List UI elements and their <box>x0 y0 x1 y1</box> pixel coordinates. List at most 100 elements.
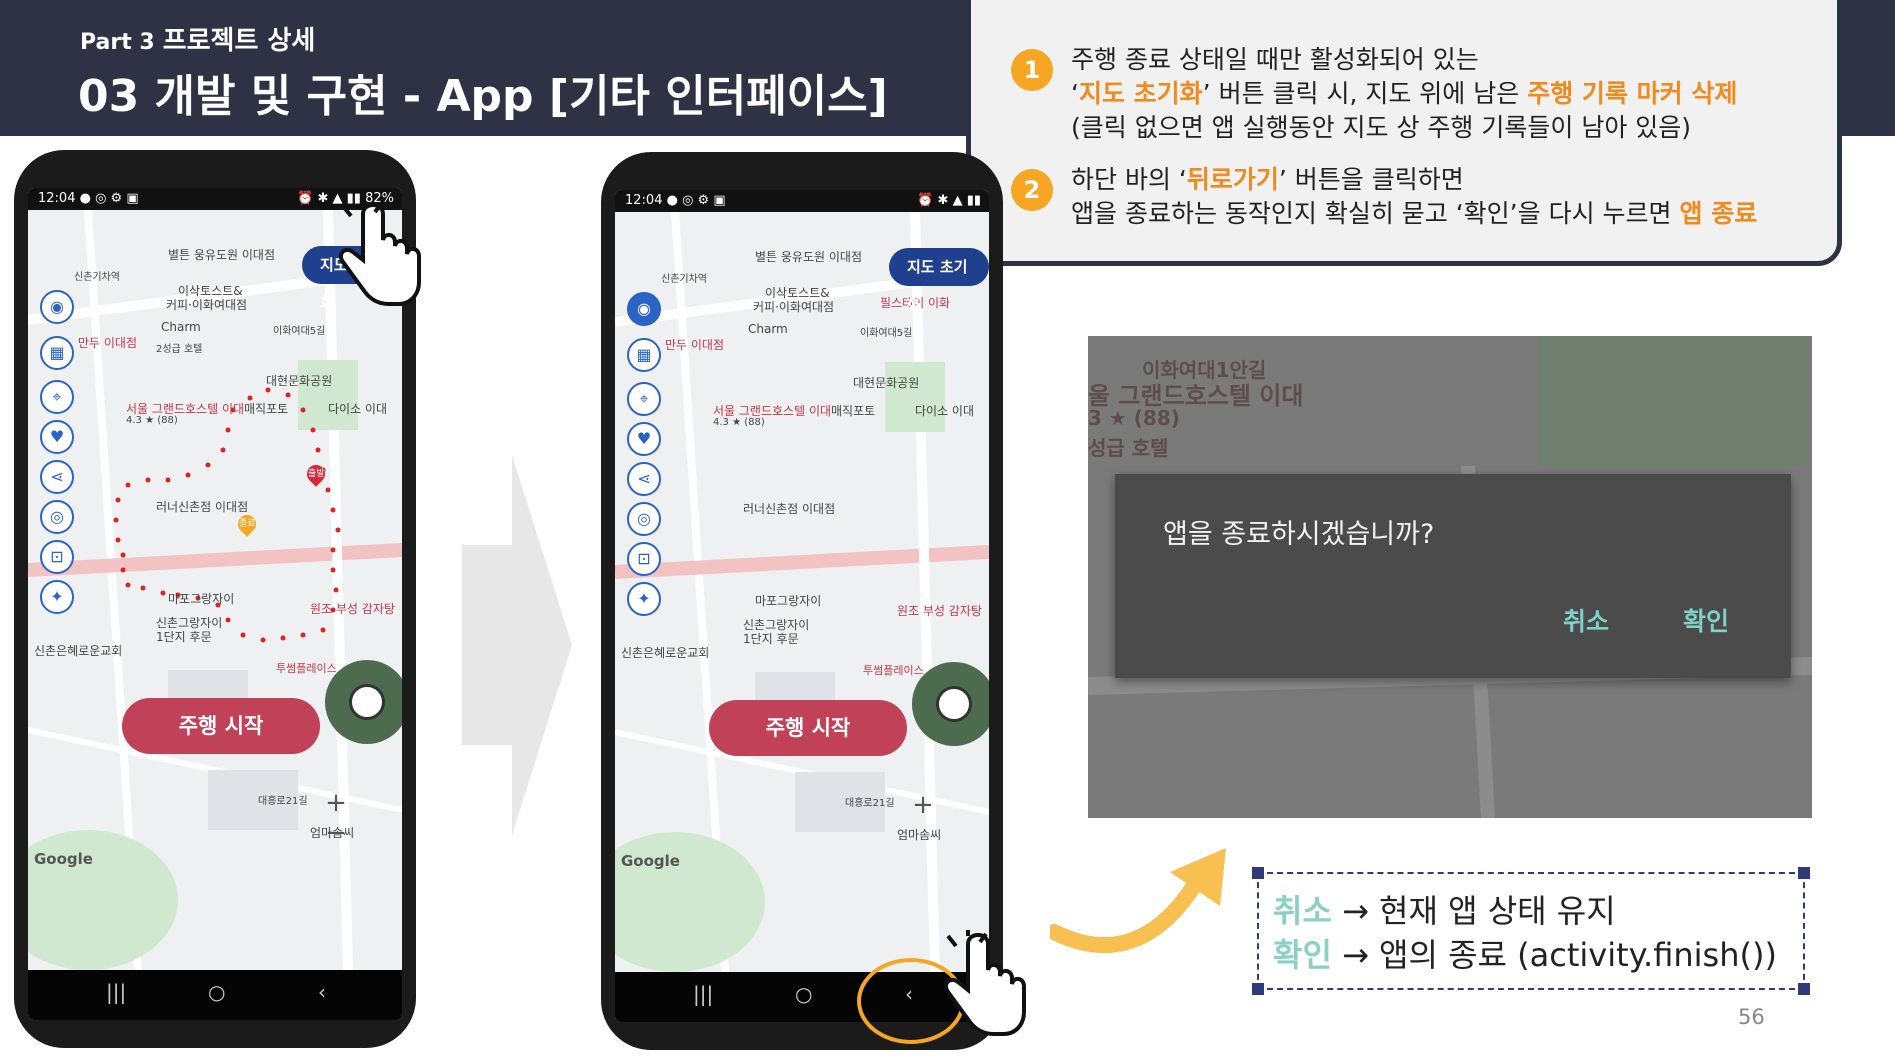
map-label: 만두 이대점 <box>665 338 725 352</box>
info-item-1-line1: 주행 종료 상태일 때만 활성화되어 있는 <box>1071 45 1479 74</box>
heart-icon[interactable]: ♥ <box>627 422 661 456</box>
curved-arrow-icon <box>1050 848 1226 954</box>
lock-icon[interactable]: ⊡ <box>627 542 661 576</box>
map-view[interactable]: 별튼 웅유도원 이대점 신촌기차역 이삭토스트& 커피·이화여대점 Charm … <box>28 210 402 970</box>
dialog-question: 앱을 종료하시겠습니까? <box>1163 519 1435 550</box>
corner-handle <box>1252 983 1264 995</box>
joystick-knob[interactable] <box>349 684 385 720</box>
info-item-2: 2 하단 바의 ‘뒤로가기’ 버튼을 클릭하면 앱을 종료하는 동작인지 확실히… <box>1011 163 1811 231</box>
slide-title: 03 개발 및 구현 - App [기타 인터페이스] <box>78 71 888 122</box>
dialog-cancel-button[interactable]: 취소 <box>1563 602 1609 638</box>
map-label: Charm <box>748 322 788 336</box>
zoom-in-button[interactable]: + <box>908 790 938 820</box>
google-logo: Google <box>34 850 93 868</box>
corner-handle <box>1798 983 1810 995</box>
part-title: 프로젝트 상세 <box>162 26 316 56</box>
pin-icon[interactable]: ⌖ <box>627 382 661 416</box>
highlight-app-exit: 앱 종료 <box>1679 199 1758 228</box>
next-step-arrow-icon <box>462 455 572 835</box>
map-label: 투썸플레이스 <box>863 664 924 677</box>
legend-confirm-key: 확인 <box>1273 936 1332 974</box>
dialog-confirm-button[interactable]: 확인 <box>1683 602 1729 638</box>
zoom-in-button[interactable]: + <box>321 788 351 818</box>
status-time: 12:04 <box>625 193 663 208</box>
map-label: 커피·이화여대점 <box>166 298 248 312</box>
map-label: 만두 이대점 <box>78 336 138 350</box>
map-icon[interactable]: ▦ <box>627 338 661 372</box>
location-icon[interactable]: ◉ <box>40 290 74 324</box>
map-label: 대흥로21길 <box>845 798 895 809</box>
map-label: 다이소 이대 <box>328 402 388 416</box>
map-reset-button[interactable]: 지도 초기화 <box>889 248 989 314</box>
corner-handle <box>1252 867 1264 879</box>
map-view[interactable]: 별튼 웅유도원 이대점 신촌기차역 이삭토스트& 커피·이화여대점 Charm … <box>615 212 989 972</box>
map-label: 2성급 호텔 <box>156 344 203 355</box>
legend-cancel-key: 취소 <box>1273 892 1332 930</box>
tap-hand-icon <box>943 930 1026 1036</box>
part-label: Part 3 프로젝트 상세 <box>80 20 315 57</box>
map-label: 투썸플레이스 <box>276 662 337 675</box>
eye-icon[interactable]: ◎ <box>627 502 661 536</box>
joystick-knob[interactable] <box>936 686 972 722</box>
info-item-2-line1-post: ’ 버튼을 클릭하면 <box>1278 165 1464 194</box>
walk-icon[interactable]: ✦ <box>627 582 661 616</box>
eye-icon[interactable]: ◎ <box>40 500 74 534</box>
info-item-1-line2-mid: ’ 버튼 클릭 시, 지도 위에 남은 <box>1202 79 1528 108</box>
location-icon[interactable]: ◉ <box>627 292 661 326</box>
walk-icon[interactable]: ✦ <box>40 580 74 614</box>
legend-confirm-text: → 앱의 종료 (activity.finish()) <box>1331 936 1777 974</box>
joystick[interactable] <box>325 660 402 744</box>
number-badge-2: 2 <box>1011 169 1053 211</box>
map-label: 신촌은혜로운교회 <box>621 646 710 660</box>
google-logo: Google <box>621 852 680 870</box>
map-icon[interactable]: ▦ <box>40 336 74 370</box>
start-marker-label: 출발 <box>308 469 325 479</box>
map-label: 대현문화공원 <box>266 374 333 388</box>
status-icons: ⏰ ✱ ▲ ▮▮ <box>917 193 981 208</box>
map-label: 매직포토 <box>244 402 289 416</box>
map-label: 4.3 ★ (88) <box>713 417 765 428</box>
map-label: 다이소 이대 <box>915 404 975 418</box>
legend-cancel-text: → 현재 앱 상태 유지 <box>1331 892 1616 930</box>
info-item-1-line3: (클릭 없으면 앱 실행동안 지도 상 주행 기록들이 남아 있음) <box>1071 113 1692 142</box>
joystick[interactable] <box>912 662 989 746</box>
corner-handle <box>1798 867 1810 879</box>
recents-button[interactable]: ||| <box>693 982 713 1006</box>
part-number: Part 3 <box>80 30 155 55</box>
recents-button[interactable]: ||| <box>106 980 126 1004</box>
highlight-delete-markers: 주행 기록 마커 삭제 <box>1527 79 1738 108</box>
lock-icon[interactable]: ⊡ <box>40 540 74 574</box>
legend-box: 취소 → 현재 앱 상태 유지 확인 → 앱의 종료 (activity.fin… <box>1252 867 1810 995</box>
share-icon[interactable]: ⋖ <box>40 460 74 494</box>
map-label: 마포그랑자이 <box>755 594 822 608</box>
end-marker-label: 종료 <box>239 519 256 529</box>
map-label: 신촌기차역 <box>661 274 707 285</box>
back-button[interactable]: ‹ <box>318 980 326 1004</box>
highlight-reset: 지도 초기화 <box>1078 79 1203 108</box>
map-label: 4.3 ★ (88) <box>126 415 178 426</box>
start-run-button[interactable]: 주행 시작 <box>122 698 320 754</box>
pin-icon[interactable]: ⌖ <box>40 380 74 414</box>
map-label: 대흥로21길 <box>258 796 308 807</box>
home-button[interactable]: ○ <box>208 980 225 1004</box>
map-label: 1단지 후문 <box>156 630 212 644</box>
info-item-1-text: 주행 종료 상태일 때만 활성화되어 있는 ‘지도 초기화’ 버튼 클릭 시, … <box>1071 43 1811 145</box>
map-label: 1단지 후문 <box>743 632 799 646</box>
map-label: 커피·이화여대점 <box>753 300 835 314</box>
map-label: 별튼 웅유도원 이대점 <box>755 250 862 264</box>
map-label: 이화여대5길 <box>860 328 913 339</box>
start-run-button[interactable]: 주행 시작 <box>709 700 907 756</box>
home-button[interactable]: ○ <box>795 982 812 1006</box>
map-label: 3 ★ (88) <box>1088 406 1180 430</box>
zoom-out-button[interactable]: − <box>321 818 351 848</box>
exit-dialog-screenshot: 이화여대1안길 울 그랜드호스텔 이대 3 ★ (88) 성급 호텔 앱을 종료… <box>1088 336 1812 818</box>
info-item-2-line1-pre: 하단 바의 ‘ <box>1071 165 1187 194</box>
tap-hand-icon <box>338 200 421 306</box>
map-label: 대현문화공원 <box>853 376 920 390</box>
map-label: 신촌은혜로운교회 <box>34 644 123 658</box>
map-label: 러너신촌점 이대점 <box>156 500 249 514</box>
share-icon[interactable]: ⋖ <box>627 462 661 496</box>
legend-row-confirm: 확인 → 앱의 종료 (activity.finish()) <box>1273 930 1777 976</box>
info-item-2-line1: 하단 바의 ‘뒤로가기’ 버튼을 클릭하면 <box>1071 163 1811 197</box>
heart-icon[interactable]: ♥ <box>40 420 74 454</box>
